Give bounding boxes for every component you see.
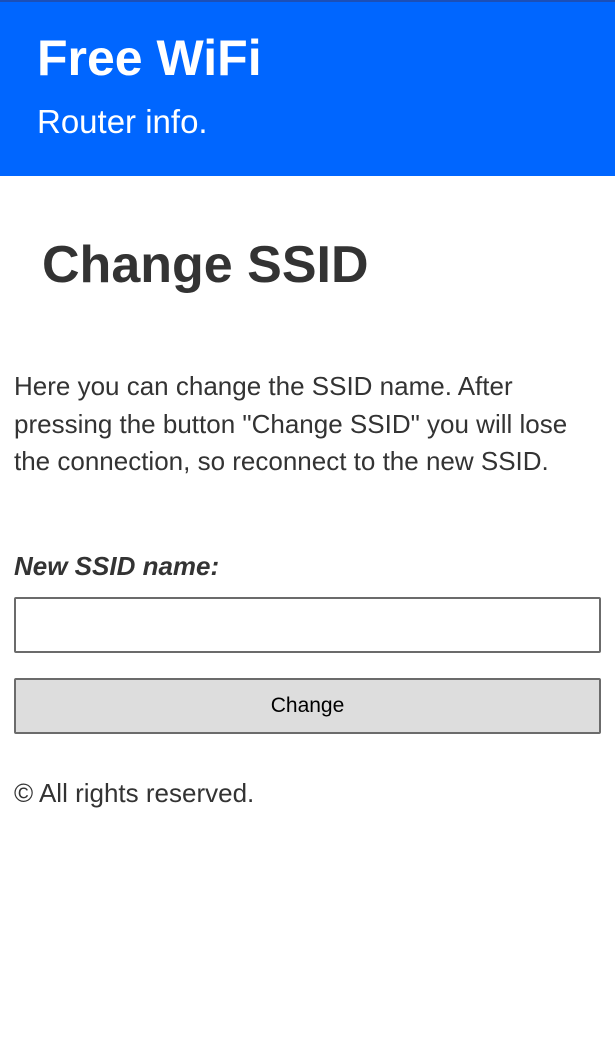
description-text: Here you can change the SSID name. After…	[14, 371, 568, 476]
site-subtitle: Router info.	[37, 103, 208, 140]
page-title: Change SSID	[42, 236, 369, 294]
copyright-footer: © All rights reserved.	[14, 778, 255, 808]
ssid-field-label: New SSID name:	[14, 551, 220, 581]
change-ssid-button[interactable]: Change	[14, 678, 601, 734]
site-title: Free WiFi	[37, 30, 262, 86]
header-bar: Free WiFi Router info.	[0, 0, 615, 176]
ssid-name-input[interactable]	[14, 597, 601, 653]
